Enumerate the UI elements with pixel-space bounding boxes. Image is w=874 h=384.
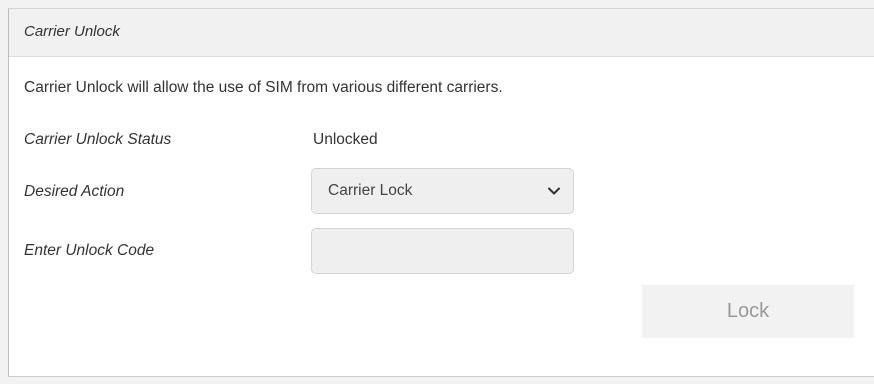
unlock-code-input[interactable] (311, 228, 574, 274)
unlock-code-label: Enter Unlock Code (24, 242, 155, 259)
status-value: Unlocked (313, 131, 378, 148)
desired-action-label: Desired Action (24, 183, 125, 200)
lock-button[interactable]: Lock (642, 285, 854, 338)
panel-header: Carrier Unlock (9, 9, 874, 57)
panel-title: Carrier Unlock (24, 23, 120, 40)
description-text: Carrier Unlock will allow the use of SIM… (24, 79, 503, 96)
carrier-unlock-panel: Carrier Unlock Carrier Unlock will allow… (8, 8, 874, 377)
status-label: Carrier Unlock Status (24, 131, 172, 148)
desired-action-select[interactable]: Carrier Lock (311, 168, 574, 214)
desired-action-selected-value: Carrier Lock (328, 182, 413, 199)
chevron-down-icon (547, 184, 561, 198)
